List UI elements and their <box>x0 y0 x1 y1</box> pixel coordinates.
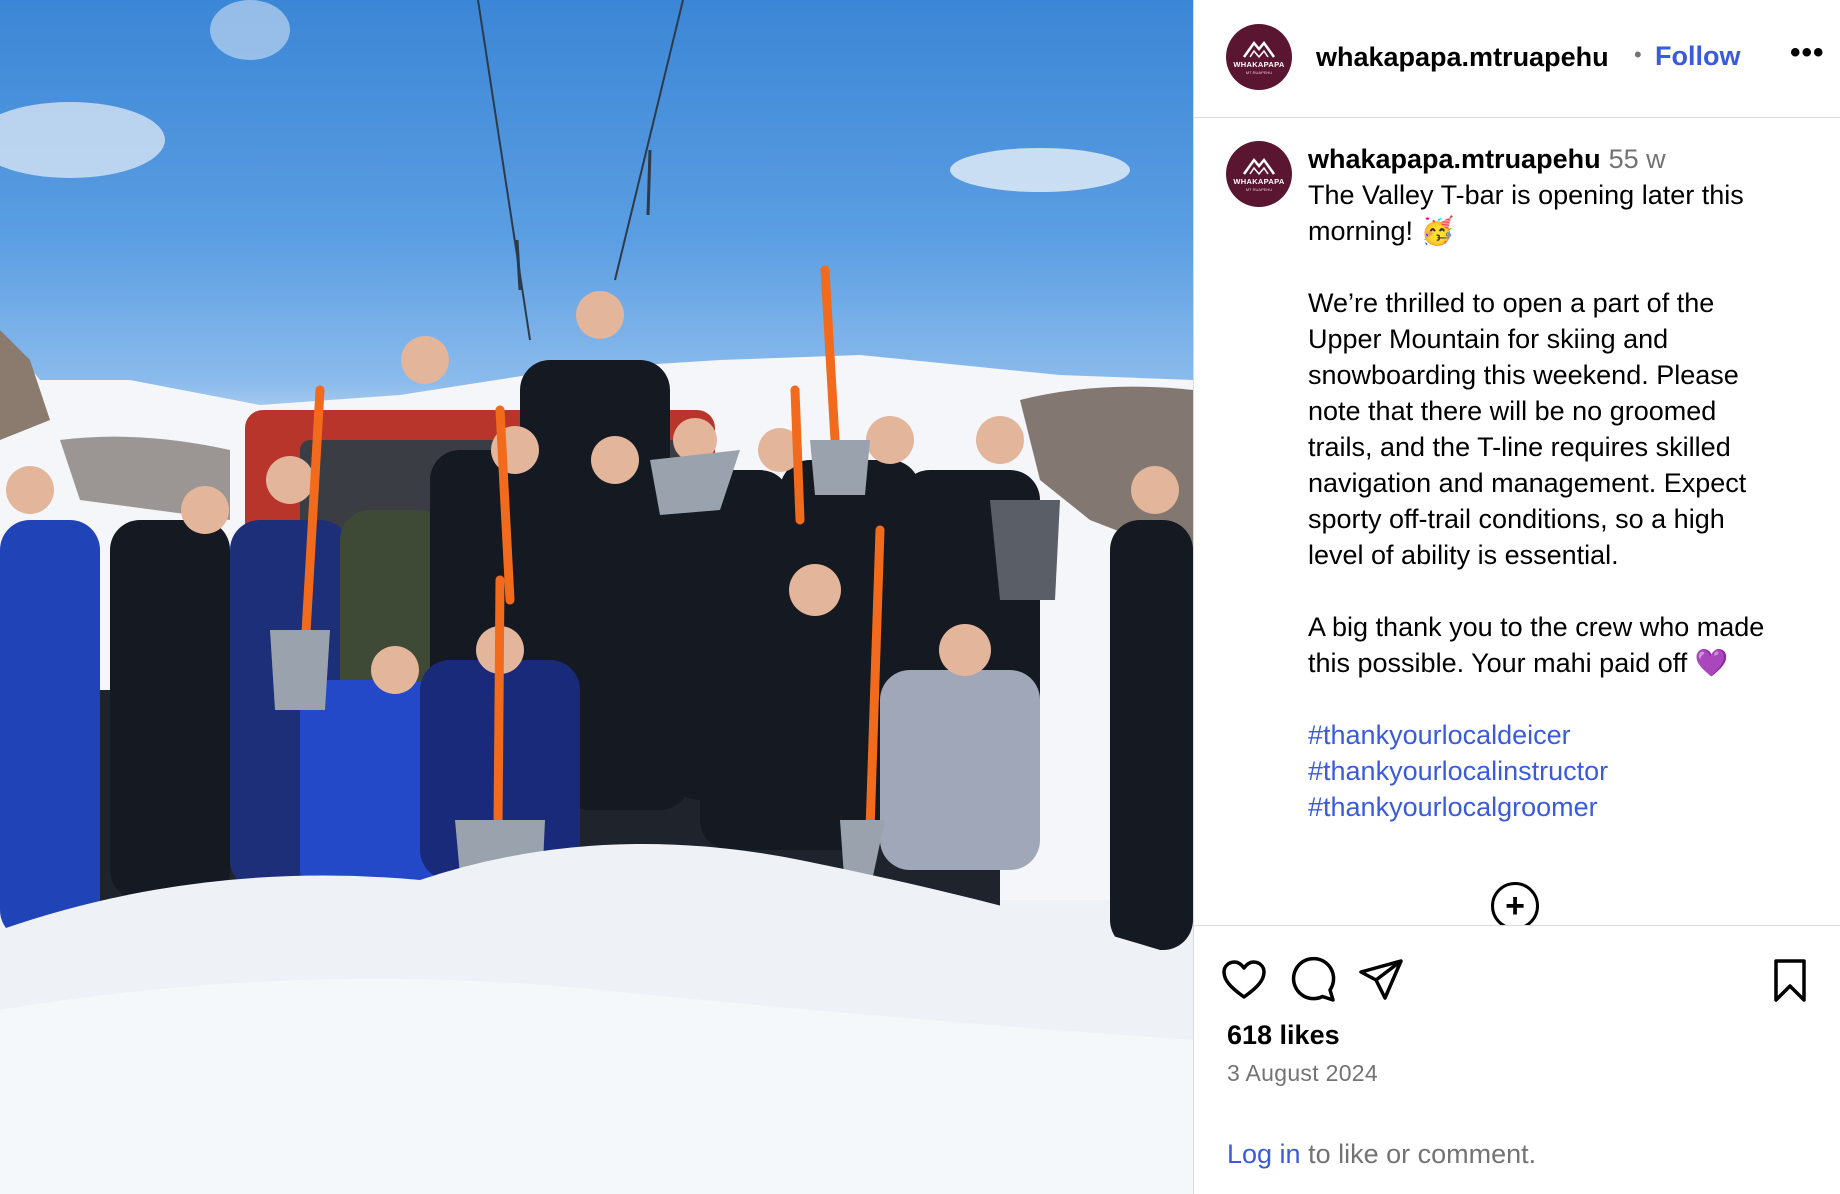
post-side-panel: WHAKAPAPA MT RUAPEHU whakapapa.mtruapehu… <box>1193 0 1840 1194</box>
caption-line: The Valley T-bar is opening later this <box>1308 180 1744 210</box>
login-link[interactable]: Log in <box>1227 1139 1301 1169</box>
login-prompt: Log in to like or comment. <box>1227 1139 1536 1170</box>
caption-line: morning! <box>1308 216 1414 246</box>
caption-line: sporty off-trail conditions, so a high <box>1308 504 1725 534</box>
caption-line: level of ability is essential. <box>1308 540 1619 570</box>
post-photo[interactable] <box>0 0 1193 1194</box>
purple-heart-emoji-icon: 💜 <box>1694 648 1729 678</box>
header-username[interactable]: whakapapa.mtruapehu <box>1316 42 1609 73</box>
caption-line: We’re thrilled to open a part of the <box>1308 288 1715 318</box>
post-actions: 618 likes 3 August 2024 Log in to like o… <box>1194 925 1840 1194</box>
caption-line: note that there will be no groomed <box>1308 396 1717 426</box>
mountain-logo-icon <box>1242 157 1276 176</box>
caption-line: A big thank you to the crew who made <box>1308 612 1765 642</box>
crew-photo-illustration <box>0 0 1193 1194</box>
account-avatar[interactable]: WHAKAPAPA MT RUAPEHU <box>1226 24 1292 90</box>
more-options-button[interactable]: ••• <box>1790 36 1825 70</box>
caption-text: whakapapa.mtruapehu 55 w The Valley T-bar… <box>1308 141 1818 825</box>
mountain-logo-icon <box>1242 40 1276 59</box>
avatar-sub-text: MT RUAPEHU <box>1245 187 1273 192</box>
avatar-brand-text: WHAKAPAPA <box>1233 60 1285 69</box>
follow-button[interactable]: Follow <box>1655 41 1740 72</box>
post-header: WHAKAPAPA MT RUAPEHU whakapapa.mtruapehu… <box>1194 0 1840 118</box>
post-age[interactable]: 55 w <box>1609 144 1666 174</box>
avatar-brand-text: WHAKAPAPA <box>1233 177 1285 186</box>
bookmark-icon[interactable] <box>1766 956 1814 1004</box>
caption-line: this possible. Your mahi paid off <box>1308 648 1688 678</box>
caption-line: navigation and management. Expect <box>1308 468 1747 498</box>
caption-line: trails, and the T-line requires skilled <box>1308 432 1731 462</box>
header-separator: • <box>1634 42 1642 67</box>
share-icon[interactable] <box>1357 956 1405 1004</box>
hashtag-link[interactable]: #thankyourlocaldeicer <box>1308 717 1818 753</box>
post-date[interactable]: 3 August 2024 <box>1227 1060 1378 1087</box>
comment-icon[interactable] <box>1289 956 1337 1004</box>
caption-scroll-area[interactable]: WHAKAPAPA MT RUAPEHU whakapapa.mtruapehu… <box>1194 119 1840 925</box>
like-count[interactable]: 618 likes <box>1227 1020 1340 1051</box>
load-more-comments-icon[interactable]: + <box>1491 882 1539 925</box>
caption-line: Upper Mountain for skiing and <box>1308 324 1669 354</box>
avatar-sub-text: MT RUAPEHU <box>1245 70 1273 75</box>
hashtag-link[interactable]: #thankyourlocalgroomer <box>1308 789 1818 825</box>
caption-line: snowboarding this weekend. Please <box>1308 360 1739 390</box>
hashtag-link[interactable]: #thankyourlocalinstructor <box>1308 753 1818 789</box>
heart-icon[interactable] <box>1220 956 1268 1004</box>
caption-avatar[interactable]: WHAKAPAPA MT RUAPEHU <box>1226 141 1292 207</box>
login-prompt-text: to like or comment. <box>1300 1139 1537 1169</box>
caption-username[interactable]: whakapapa.mtruapehu <box>1308 144 1601 174</box>
party-emoji-icon: 🥳 <box>1420 216 1455 246</box>
